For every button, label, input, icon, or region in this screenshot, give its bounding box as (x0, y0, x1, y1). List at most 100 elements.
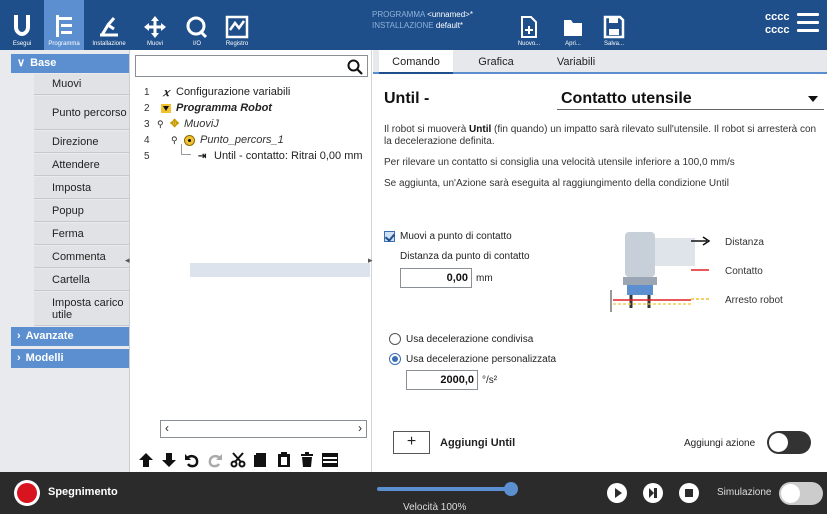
distance-unit: mm (476, 273, 493, 284)
scroll-left-icon[interactable]: ‹ (165, 421, 169, 435)
nav-esegui[interactable]: Esegui (0, 0, 44, 50)
open-button[interactable]: Apri... (556, 0, 590, 50)
power-button[interactable] (14, 480, 40, 506)
bottom-bar: Spegnimento Velocità 100% Simulazione (0, 472, 827, 514)
tab-comando[interactable]: Comando (379, 50, 453, 74)
speed-slider-track[interactable] (377, 487, 512, 491)
log-icon (225, 15, 249, 39)
node-imposta-carico-utile[interactable]: Imposta carico utile (34, 292, 129, 326)
node-muovi[interactable]: Muovi (34, 74, 129, 95)
hamburger-menu-icon[interactable] (797, 13, 819, 37)
distance-label: Distanza da punto di contatto (400, 251, 530, 262)
node-label: Commenta (52, 250, 106, 263)
node-direzione[interactable]: Direzione (34, 131, 129, 153)
save-label: Salva... (603, 41, 624, 47)
line-number: 5 (144, 151, 150, 162)
desc-part: Il robot si muoverà (384, 124, 467, 135)
move-down-icon[interactable] (160, 451, 178, 469)
tree-row-variable-setup[interactable]: 1 𝑥 Configurazione variabili (131, 85, 371, 100)
distance-input[interactable]: 0,00 (400, 268, 472, 288)
nav-installazione[interactable]: Installazione (84, 0, 134, 50)
copy-icon[interactable] (252, 451, 270, 469)
node-punto-percorso[interactable]: Punto percorso (34, 96, 129, 130)
chevron-right-icon: › (17, 352, 21, 364)
node-cartella[interactable]: Cartella (34, 269, 129, 291)
user-info[interactable]: cccc cccc (765, 11, 789, 37)
collapse-tree-handle-icon[interactable]: ▸ (368, 255, 373, 266)
speed-slider-knob[interactable] (504, 482, 518, 496)
stop-button[interactable] (679, 483, 699, 503)
cut-icon[interactable] (229, 451, 247, 469)
redo-icon[interactable] (206, 451, 224, 469)
program-triangle-icon (161, 104, 171, 113)
node-popup[interactable]: Popup (34, 200, 129, 222)
radio-custom-deceleration[interactable] (389, 353, 401, 365)
variable-x-icon: 𝑥 (163, 86, 170, 99)
tree-row-label: Punto_percors_1 (200, 134, 284, 146)
tab-variabili[interactable]: Variabili (541, 50, 611, 74)
step-button[interactable] (643, 483, 663, 503)
toggle-knob (781, 484, 800, 503)
category-avanzate[interactable]: › Avanzate (11, 327, 129, 346)
simulation-toggle[interactable] (779, 482, 823, 505)
nav-programma[interactable]: Programma (44, 0, 84, 50)
tab-bar: Comando Grafica Variabili (373, 50, 827, 74)
play-button[interactable] (607, 483, 627, 503)
nav-muovi[interactable]: Muovi (138, 0, 172, 50)
node-label: Popup (52, 204, 84, 217)
program-info: PROGRAMMA <unnamed>* INSTALLAZIONE defau… (372, 9, 473, 31)
speed-label: Velocità 100% (403, 502, 467, 513)
add-until-button[interactable]: + (393, 431, 430, 454)
expand-icon[interactable]: ⚲ (157, 117, 164, 132)
category-modelli[interactable]: › Modelli (11, 349, 129, 368)
tree-connector (181, 144, 191, 155)
node-commenta[interactable]: Commenta (34, 246, 129, 268)
tree-row-until[interactable]: 5 ⇥ Until - contatto: Ritrai 0,00 mm (131, 144, 371, 164)
node-ferma[interactable]: Ferma (34, 223, 129, 245)
node-attendere[interactable]: Attendere (34, 154, 129, 176)
new-label: Nuovo... (517, 41, 541, 47)
node-label: Attendere (52, 158, 100, 171)
tree-row-waypoint[interactable]: 4 ⚲ Punto_percors_1 (131, 133, 371, 148)
stop-line-icon (691, 298, 709, 300)
expand-icon[interactable]: ⚲ (171, 133, 178, 148)
description-paragraph: Il robot si muoverà Until (fin quando) u… (384, 124, 822, 148)
scroll-right-icon[interactable]: › (358, 421, 362, 435)
node-label: Direzione (52, 135, 99, 148)
node-label: Imposta (52, 181, 92, 194)
search-input[interactable] (135, 55, 368, 77)
speed-hint: Per rilevare un contatto si consiglia un… (384, 157, 735, 168)
tree-row-movej[interactable]: 3 ⚲ ✥ MuoviJ (131, 117, 371, 132)
move-up-icon[interactable] (137, 451, 155, 469)
node-imposta[interactable]: Imposta (34, 177, 129, 199)
dropdown-arrow-icon (808, 96, 818, 102)
move-to-contact-label: Muovi a punto di contatto (400, 231, 512, 242)
move-to-contact-checkbox[interactable] (384, 231, 395, 242)
radio-shared-deceleration[interactable] (389, 333, 401, 345)
nav-registro[interactable]: Registro (220, 0, 254, 50)
paste-icon[interactable] (275, 451, 293, 469)
program-name: <unnamed>* (427, 10, 473, 19)
suppress-icon[interactable] (321, 451, 339, 469)
save-icon (603, 15, 625, 39)
add-action-toggle[interactable] (767, 431, 811, 454)
tree-toolbar (135, 447, 370, 472)
deceleration-input[interactable]: 2000,0 (406, 370, 478, 390)
until-condition-select[interactable]: Contatto utensile (557, 88, 824, 110)
delete-icon[interactable] (298, 451, 316, 469)
category-base[interactable]: ∨ Base (11, 54, 129, 73)
undo-icon[interactable] (183, 451, 201, 469)
add-action-label: Aggiungi azione (684, 438, 756, 449)
tab-grafica[interactable]: Grafica (461, 50, 531, 74)
save-button[interactable]: Salva... (597, 0, 631, 50)
tree-row-robot-program[interactable]: 2 Programma Robot (131, 101, 371, 116)
tree-horizontal-scrollbar[interactable]: ‹ › (160, 420, 367, 438)
user-line-1: cccc (765, 11, 790, 23)
selected-condition: Contatto utensile (561, 90, 692, 107)
new-button[interactable]: Nuovo... (512, 0, 546, 50)
nav-io[interactable]: I/O (180, 0, 214, 50)
ur-logo-icon (14, 15, 30, 36)
category-label: Base (30, 57, 57, 69)
search-icon[interactable] (347, 59, 363, 75)
collapse-left-handle-icon[interactable]: ◂ (125, 255, 130, 266)
